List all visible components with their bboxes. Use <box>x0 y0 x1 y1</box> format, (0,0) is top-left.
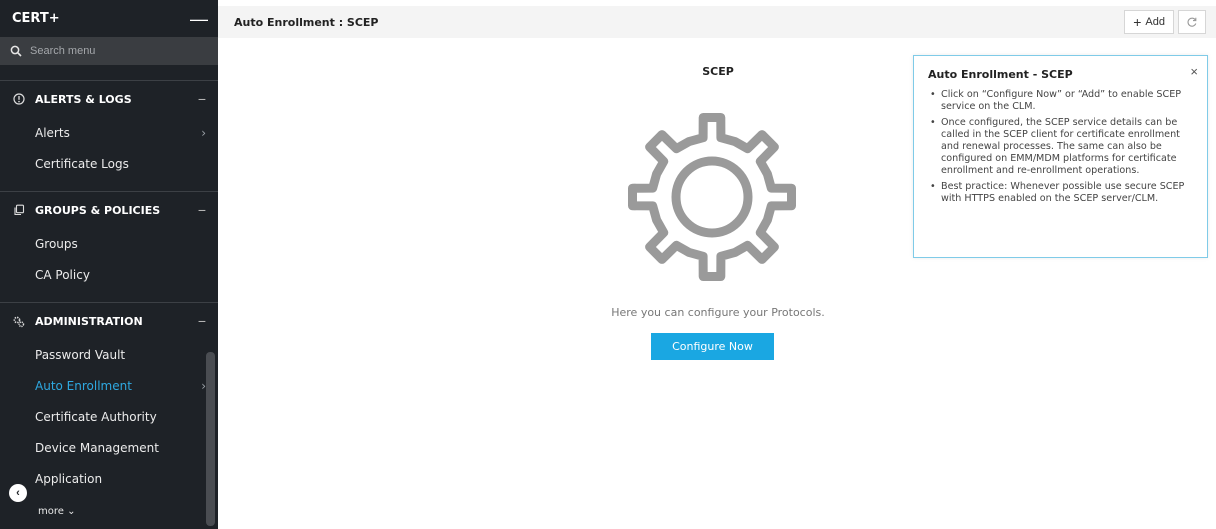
section-administration[interactable]: ADMINISTRATION − <box>0 303 218 339</box>
sidebar-item-label: CA Policy <box>35 267 90 282</box>
sidebar-item-ca-policy[interactable]: CA Policy <box>0 259 218 290</box>
brand-logo: CERT+ <box>12 11 60 26</box>
sidebar-item-label: Certificate Authority <box>35 409 157 424</box>
sidebar-item-groups[interactable]: Groups <box>0 228 218 259</box>
section-title: GROUPS & POLICIES <box>35 203 161 217</box>
section-title: ALERTS & LOGS <box>35 92 132 106</box>
sidebar-item-alerts[interactable]: Alerts › <box>0 117 218 148</box>
chevron-left-icon[interactable]: ‹ <box>9 484 27 502</box>
help-list: Click on “Configure Now” or “Add” to ena… <box>928 89 1193 205</box>
help-panel: Auto Enrollment - SCEP × Click on “Confi… <box>913 55 1208 258</box>
collapse-section-icon[interactable]: − <box>198 91 206 107</box>
sidebar-item-device-management[interactable]: Device Management <box>0 432 218 463</box>
sidebar-item-label: Application <box>35 471 103 486</box>
plus-icon: + <box>1133 14 1142 30</box>
help-bullet: Once configured, the SCEP service detail… <box>928 117 1193 177</box>
help-title: Auto Enrollment - SCEP <box>928 68 1073 81</box>
help-bullet: Click on “Configure Now” or “Add” to ena… <box>928 89 1193 113</box>
sidebar-item-label: Groups <box>35 236 78 251</box>
empty-state-text: Here you can configure your Protocols. <box>611 306 825 319</box>
refresh-button[interactable] <box>1178 10 1206 34</box>
section-alerts-logs[interactable]: ALERTS & LOGS − <box>0 81 218 117</box>
search-placeholder: Search menu <box>30 45 96 57</box>
section-groups-policies[interactable]: GROUPS & POLICIES − <box>0 192 218 228</box>
page-title: Auto Enrollment : SCEP <box>234 15 379 29</box>
collapse-menu-button[interactable]: — <box>190 10 208 28</box>
configure-now-button[interactable]: Configure Now <box>651 333 774 360</box>
page-header: Auto Enrollment : SCEP + Add <box>218 6 1216 38</box>
refresh-icon <box>1187 17 1197 27</box>
alert-circle-icon <box>12 93 25 106</box>
sidebar-item-label: Device Management <box>35 440 159 455</box>
protocol-title: SCEP <box>702 65 734 78</box>
sidebar-item-application[interactable]: Application <box>0 463 218 494</box>
sidebar: CERT+ — Search menu ALERTS & LOGS − Aler… <box>0 0 218 529</box>
collapse-section-icon[interactable]: − <box>198 202 206 218</box>
gear-icon <box>628 113 796 281</box>
cogs-icon <box>12 315 25 328</box>
sidebar-item-label: Auto Enrollment <box>35 378 132 393</box>
search-menu-input[interactable]: Search menu <box>0 37 218 65</box>
sidebar-scrollbar[interactable] <box>206 352 215 526</box>
sidebar-header: CERT+ — <box>0 0 218 37</box>
sidebar-item-label: Password Vault <box>35 347 126 362</box>
section-title: ADMINISTRATION <box>35 314 143 328</box>
add-button[interactable]: + Add <box>1124 10 1174 34</box>
collapse-section-icon[interactable]: − <box>198 313 206 329</box>
close-icon[interactable]: × <box>1190 64 1198 79</box>
add-label: Add <box>1145 16 1165 28</box>
chevron-right-icon: › <box>201 125 206 140</box>
sidebar-item-password-vault[interactable]: Password Vault <box>0 339 218 370</box>
copy-icon <box>12 204 25 217</box>
sidebar-item-certificate-logs[interactable]: Certificate Logs <box>0 148 218 179</box>
sidebar-item-label: Alerts <box>35 125 70 140</box>
search-icon <box>10 45 22 57</box>
sidebar-item-label: Certificate Logs <box>35 156 129 171</box>
sidebar-item-certificate-authority[interactable]: Certificate Authority <box>0 401 218 432</box>
help-bullet: Best practice: Whenever possible use sec… <box>928 181 1193 205</box>
more-link[interactable]: more ⌄ <box>38 506 75 517</box>
sidebar-item-auto-enrollment[interactable]: Auto Enrollment › <box>0 370 218 401</box>
gear-outline <box>628 113 796 281</box>
